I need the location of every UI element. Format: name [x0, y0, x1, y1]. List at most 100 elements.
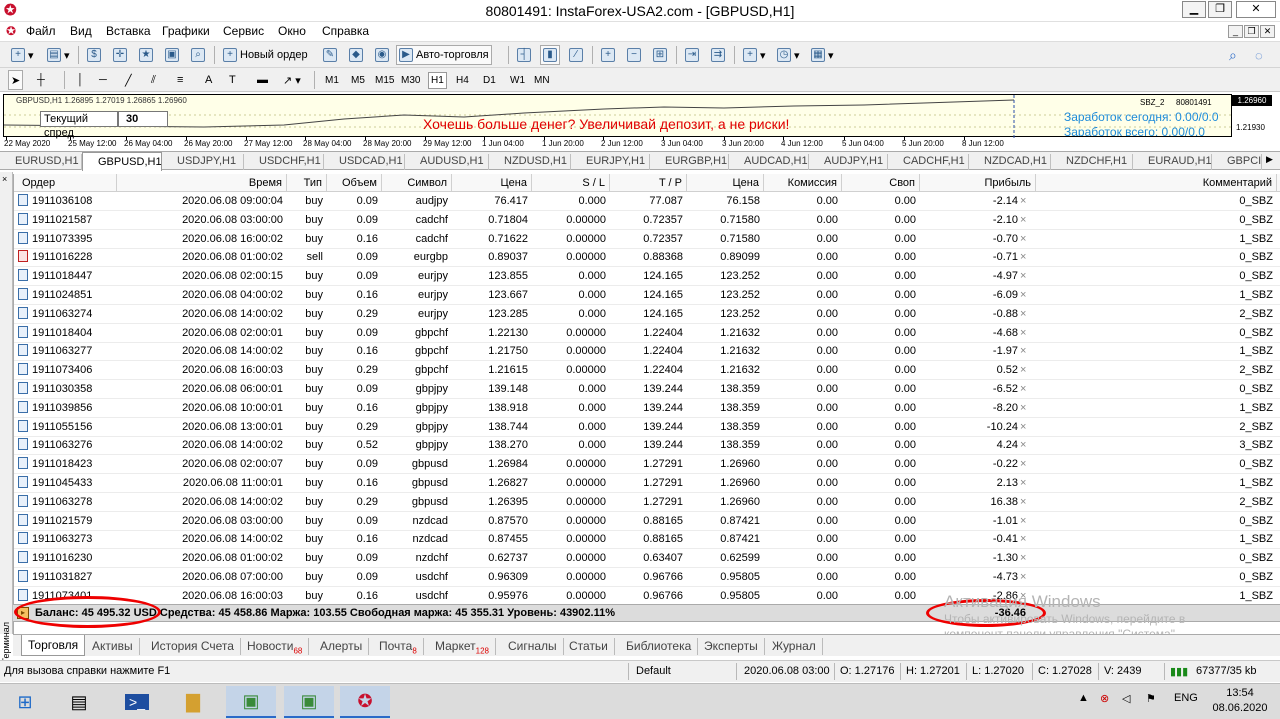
data-window-button[interactable]: ✛	[110, 45, 130, 65]
volume-icon[interactable]: ◁	[1122, 692, 1130, 705]
col-profit-header[interactable]: Прибыль	[920, 174, 1036, 192]
order-row[interactable]: 1911024851 2020.06.08 04:00:02 buy 0.16 eurj…	[14, 286, 1280, 305]
close-order-icon[interactable]: ×	[1020, 512, 1026, 531]
menu-view[interactable]: Вид	[70, 24, 92, 38]
channel-button[interactable]: ⫽	[148, 70, 159, 90]
menu-insert[interactable]: Вставка	[106, 24, 151, 38]
chart-window[interactable]: GBPUSD,H1 1.26895 1.27019 1.26865 1.2696…	[0, 92, 1280, 152]
close-order-icon[interactable]: ×	[1020, 267, 1026, 286]
col-current-price-header[interactable]: Цена	[687, 174, 764, 192]
order-row[interactable]: 1911073401 2020.06.08 16:00:03 buy 0.16 usdc…	[14, 587, 1280, 606]
close-order-icon[interactable]: ×	[1020, 399, 1026, 418]
close-order-icon[interactable]: ×	[1020, 305, 1026, 324]
mdi-minimize-button[interactable]: _	[1228, 25, 1243, 38]
col-commission-header[interactable]: Комиссия	[764, 174, 842, 192]
crosshair-button[interactable]: ┼	[34, 70, 48, 90]
close-button[interactable]: ✕	[1236, 1, 1276, 18]
close-order-icon[interactable]: ×	[1020, 211, 1026, 230]
menu-file[interactable]: Файл	[26, 24, 56, 38]
order-row[interactable]: 1911039856 2020.06.08 10:00:01 buy 0.16 gbpj…	[14, 399, 1280, 418]
chart-shift-button[interactable]: ⇥	[682, 45, 702, 65]
bar-chart-button[interactable]: ┤	[514, 45, 534, 65]
zoom-in-button[interactable]: +	[598, 45, 618, 65]
close-order-icon[interactable]: ×	[1020, 436, 1026, 455]
cursor-button[interactable]: ➤	[8, 70, 24, 90]
tray-expand-icon[interactable]: ▲	[1078, 692, 1089, 704]
label-button[interactable]: T	[226, 70, 239, 90]
chat-button[interactable]: ◌	[1252, 45, 1266, 65]
close-order-icon[interactable]: ×	[1020, 248, 1026, 267]
new-chart-button[interactable]: + ▾	[8, 45, 37, 65]
chart-tab[interactable]: NZDCAD,H1	[969, 154, 1051, 170]
close-order-icon[interactable]: ×	[1020, 361, 1026, 380]
col-type-header[interactable]: Тип	[287, 174, 327, 192]
order-row[interactable]: 1911045433 2020.06.08 11:00:01 buy 0.16 gbpu…	[14, 474, 1280, 493]
order-row[interactable]: 1911018423 2020.06.08 02:00:07 buy 0.09 gbpu…	[14, 455, 1280, 475]
navigator-button[interactable]: ★	[136, 45, 156, 65]
terminal-tab[interactable]: Статьи	[563, 638, 615, 655]
close-order-icon[interactable]: ×	[1020, 455, 1026, 474]
terminal-tab[interactable]: Сигналы	[502, 638, 564, 655]
horizontal-line-button[interactable]: ─	[96, 70, 110, 90]
chart-tab[interactable]: EURUSD,H1	[0, 154, 82, 170]
close-order-icon[interactable]: ×	[1020, 380, 1026, 399]
chart-tab[interactable]: USDJPY,H1	[162, 154, 244, 170]
network-icon[interactable]: ⊗	[1100, 692, 1109, 705]
order-row[interactable]: 1911016228 2020.06.08 01:00:02 sell 0.09 eur…	[14, 248, 1280, 268]
order-row[interactable]: 1911063278 2020.06.08 14:00:02 buy 0.29 gbpu…	[14, 493, 1280, 512]
zoom-out-button[interactable]: −	[624, 45, 644, 65]
order-row[interactable]: 1911063273 2020.06.08 14:00:02 buy 0.16 nzdc…	[14, 530, 1280, 550]
close-order-icon[interactable]: ×	[1020, 342, 1026, 361]
chart-tab[interactable]: GBPCI	[1212, 154, 1262, 170]
expert-button[interactable]: ◆	[346, 45, 366, 65]
search-button[interactable]: ⌕	[1226, 45, 1240, 65]
chart-tab[interactable]: NZDCHF,H1	[1051, 154, 1133, 170]
close-order-icon[interactable]: ×	[1020, 230, 1026, 249]
col-symbol-header[interactable]: Символ	[382, 174, 452, 192]
auto-trading-button[interactable]: ▶ Авто-торговля	[396, 45, 492, 65]
autoscroll-button[interactable]: ⇉	[708, 45, 728, 65]
chart-tab[interactable]: AUDCAD,H1	[729, 154, 809, 170]
order-row[interactable]: 1911036108 2020.06.08 09:00:04 buy 0.09 audj…	[14, 192, 1280, 211]
terminal-tab[interactable]: Журнал	[766, 638, 823, 655]
text-button[interactable]: A	[202, 70, 215, 90]
terminal-app-2-button[interactable]: ▣	[284, 686, 334, 718]
profiles-button[interactable]: ▤ ▾	[44, 45, 73, 65]
tabs-scroll-right-icon[interactable]: ▶	[1266, 154, 1273, 165]
templates-button[interactable]: ▦ ▾	[808, 45, 837, 65]
terminal-tab[interactable]: Алерты	[314, 638, 370, 655]
timeframe-d1[interactable]: D1	[480, 72, 499, 89]
tile-windows-button[interactable]: ⊞	[650, 45, 670, 65]
server-manager-button[interactable]: ▤	[54, 686, 104, 718]
order-row[interactable]: 1911063277 2020.06.08 14:00:02 buy 0.16 gbpc…	[14, 342, 1280, 362]
chart-tab[interactable]: GBPUSD,H1	[82, 152, 162, 171]
chart-tab[interactable]: USDCAD,H1	[324, 154, 405, 170]
close-order-icon[interactable]: ×	[1020, 286, 1026, 305]
chart-tab[interactable]: AUDJPY,H1	[809, 154, 888, 170]
chart-tab[interactable]: CADCHF,H1	[888, 154, 969, 170]
terminal-tab[interactable]: Почта8	[373, 638, 424, 655]
close-order-icon[interactable]: ×	[1020, 549, 1026, 568]
menu-window[interactable]: Окно	[278, 24, 306, 38]
timeframe-h4[interactable]: H4	[453, 72, 472, 89]
line-chart-button[interactable]: ∕	[566, 45, 586, 65]
rectangle-button[interactable]: ▬	[254, 70, 271, 90]
terminal-app-1-button[interactable]: ▣	[226, 686, 276, 718]
timeframe-mn[interactable]: MN	[531, 72, 553, 89]
order-row[interactable]: 1911030358 2020.06.08 06:00:01 buy 0.09 gbpj…	[14, 380, 1280, 399]
timeframe-m15[interactable]: M15	[372, 72, 397, 89]
terminal-tab[interactable]: История Счета	[145, 638, 241, 655]
start-button[interactable]: ⊞	[0, 686, 50, 718]
order-row[interactable]: 1911018404 2020.06.08 02:00:01 buy 0.09 gbpc…	[14, 324, 1280, 343]
periods-button[interactable]: ◷ ▾	[774, 45, 803, 65]
order-row[interactable]: 1911055156 2020.06.08 13:00:01 buy 0.29 gbpj…	[14, 418, 1280, 437]
timeframe-m5[interactable]: M5	[348, 72, 368, 89]
col-sl-header[interactable]: S / L	[532, 174, 610, 192]
powershell-button[interactable]: >_	[112, 686, 162, 718]
order-row[interactable]: 1911021579 2020.06.08 03:00:00 buy 0.09 nzdc…	[14, 512, 1280, 531]
chart-tab[interactable]: EURJPY,H1	[571, 154, 650, 170]
system-clock[interactable]: 13:54 08.06.2020	[1210, 686, 1270, 716]
explorer-button[interactable]: ▇	[168, 686, 218, 718]
timeframe-w1[interactable]: W1	[507, 72, 528, 89]
mdi-restore-button[interactable]: ❐	[1244, 25, 1259, 38]
